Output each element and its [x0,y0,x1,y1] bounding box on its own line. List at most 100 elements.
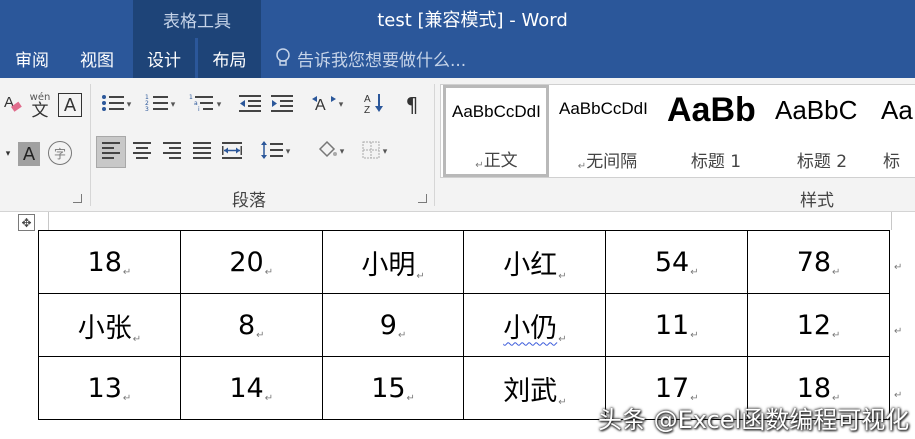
clear-format-button[interactable]: A [2,92,24,118]
multilevel-list-button[interactable]: 1ai ▾ [184,92,226,118]
tab-view[interactable]: 视图 [64,38,130,78]
distributed-icon [221,141,243,163]
style-normal[interactable]: AaBbCcDdI ↵正文 [443,85,549,177]
table-cell[interactable]: 小张↵ [38,293,181,357]
justify-button[interactable] [188,136,216,168]
tell-me-text: 告诉我您想要做什么... [297,50,467,71]
borders-button[interactable]: ▾ [354,136,394,168]
font-color-dropdown[interactable]: ▾ [2,142,14,166]
table-cell[interactable]: 54↵ [605,230,749,294]
row-end-mark: ↵ [894,262,903,273]
numbering-button[interactable]: 123 ▾ [140,92,180,118]
table-tools-context-header: 表格工具 [133,0,261,38]
table-cell[interactable]: 8↵ [179,293,323,357]
table-cell[interactable]: 12↵ [747,293,890,357]
table-cell[interactable]: 刘武↵ [463,356,607,420]
style-name: 标 [883,152,900,172]
align-right-button[interactable] [158,136,186,168]
character-border-button[interactable]: A [58,93,82,117]
table-row: 18↵ 20↵ 小明↵ 小红↵ 54↵ 78↵ [38,230,890,294]
data-table: 18↵ 20↵ 小明↵ 小红↵ 54↵ 78↵ 小张↵ 8↵ 9↵ 小仍↵ 11… [38,230,890,420]
align-center-icon [132,141,152,163]
font-dialog-launcher-icon[interactable] [73,194,82,203]
svg-text:3: 3 [145,106,149,113]
paragraph-group-label: 段落 [232,191,266,211]
style-sample: AaBb [667,91,756,129]
tab-design[interactable]: 设计 [133,38,195,78]
style-name: ↵无间隔 [577,152,638,172]
document-area[interactable]: ✥ 18↵ 20↵ 小明↵ 小红↵ 54↵ 78↵ 小张↵ 8↵ 9↵ 小仍↵ … [0,212,915,439]
paint-bucket-icon [316,140,338,164]
table-cell[interactable]: 小仍↵ [463,293,607,357]
align-right-icon [162,141,182,163]
paragraph-dialog-launcher-icon[interactable] [418,194,427,203]
style-name: 标题 2 [796,152,848,172]
bullet-list-icon [101,93,125,117]
phonetic-guide-button[interactable]: wén 文 [27,90,53,122]
phonetic-char: 文 [31,100,49,121]
table-cell[interactable]: 13↵ [38,356,181,420]
style-no-spacing[interactable]: AaBbCcDdI ↵无间隔 [553,85,661,177]
table-cell[interactable]: 78↵ [747,230,890,294]
style-name: ↵正文 [475,151,518,171]
style-sample: AaBbCcDdI [559,99,648,118]
increase-indent-button[interactable] [268,92,296,118]
multilevel-list-icon: 1ai [189,93,215,117]
spelling-flagged-text: 小仍 [503,312,558,344]
line-spacing-icon [260,140,284,164]
bullets-button[interactable]: ▾ [96,92,136,118]
table-cell[interactable]: 15↵ [321,356,465,420]
page-margin-guide [48,212,892,230]
borders-icon [361,140,381,164]
svg-text:1: 1 [189,94,193,101]
table-cell[interactable]: 9↵ [321,293,465,357]
style-title[interactable]: Aa 标 [875,85,915,177]
svg-text:A: A [364,94,371,105]
outdent-icon [238,93,262,117]
character-shading-button[interactable]: A [18,142,40,166]
distributed-button[interactable] [218,136,246,168]
style-name: 标题 1 [690,152,742,172]
shading-button[interactable]: ▾ [310,136,350,168]
line-spacing-button[interactable]: ▾ [254,136,296,168]
group-separator [90,84,91,206]
table-cell[interactable]: 14↵ [179,356,323,420]
show-formatting-marks-button[interactable]: ¶ [398,92,426,118]
style-sample: Aa [881,95,913,125]
watermark-text: 头条 @Excel函数编程可视化 [598,406,910,434]
asian-layout-button[interactable]: A ▾ [306,92,348,118]
align-left-button[interactable] [96,136,126,168]
table-row: 小张↵ 8↵ 9↵ 小仍↵ 11↵ 12↵ [38,293,890,357]
tell-me-search[interactable]: 告诉我您想要做什么... [275,38,466,78]
ribbon-tab-row: 审阅 视图 设计 布局 告诉我您想要做什么... [0,38,915,78]
document-title: test [兼容模式] - Word [377,10,568,31]
style-heading-1[interactable]: AaBb 标题 1 [663,85,769,177]
table-cell[interactable]: 小红↵ [463,230,607,294]
ribbon: A wén 文 A ▾ A 字 ▾ 123 ▾ 1ai ▾ A ▾ A Z ¶ … [0,78,915,212]
styles-group-label: 样式 [800,191,834,211]
style-sample: AaBbC [775,95,858,125]
tab-review[interactable]: 审阅 [0,38,64,78]
tab-layout[interactable]: 布局 [198,38,261,78]
table-cell[interactable]: 小明↵ [321,230,465,294]
table-cell[interactable]: 18↵ [38,230,181,294]
style-sample: AaBbCcDdI [452,102,541,121]
title-bar: 表格工具 test [兼容模式] - Word [0,0,915,38]
align-left-icon [101,141,121,163]
enclose-characters-button[interactable]: 字 [48,141,72,165]
decrease-indent-button[interactable] [236,92,264,118]
pilcrow-icon: ¶ [405,93,419,117]
lightbulb-icon [275,48,291,68]
justify-icon [192,141,212,163]
style-heading-2[interactable]: AaBbC 标题 2 [771,85,873,177]
sort-az-icon: AZ [362,92,386,118]
indent-icon [270,93,294,117]
table-move-handle-icon[interactable]: ✥ [18,214,35,231]
sort-button[interactable]: AZ [360,92,388,118]
table-cell[interactable]: 20↵ [179,230,323,294]
align-center-button[interactable] [128,136,156,168]
eraser-icon: A [3,92,23,118]
table-cell[interactable]: 11↵ [605,293,749,357]
styles-gallery: AaBbCcDdI ↵正文 AaBbCcDdI ↵无间隔 AaBb 标题 1 A… [440,84,915,178]
svg-text:i: i [198,106,200,113]
